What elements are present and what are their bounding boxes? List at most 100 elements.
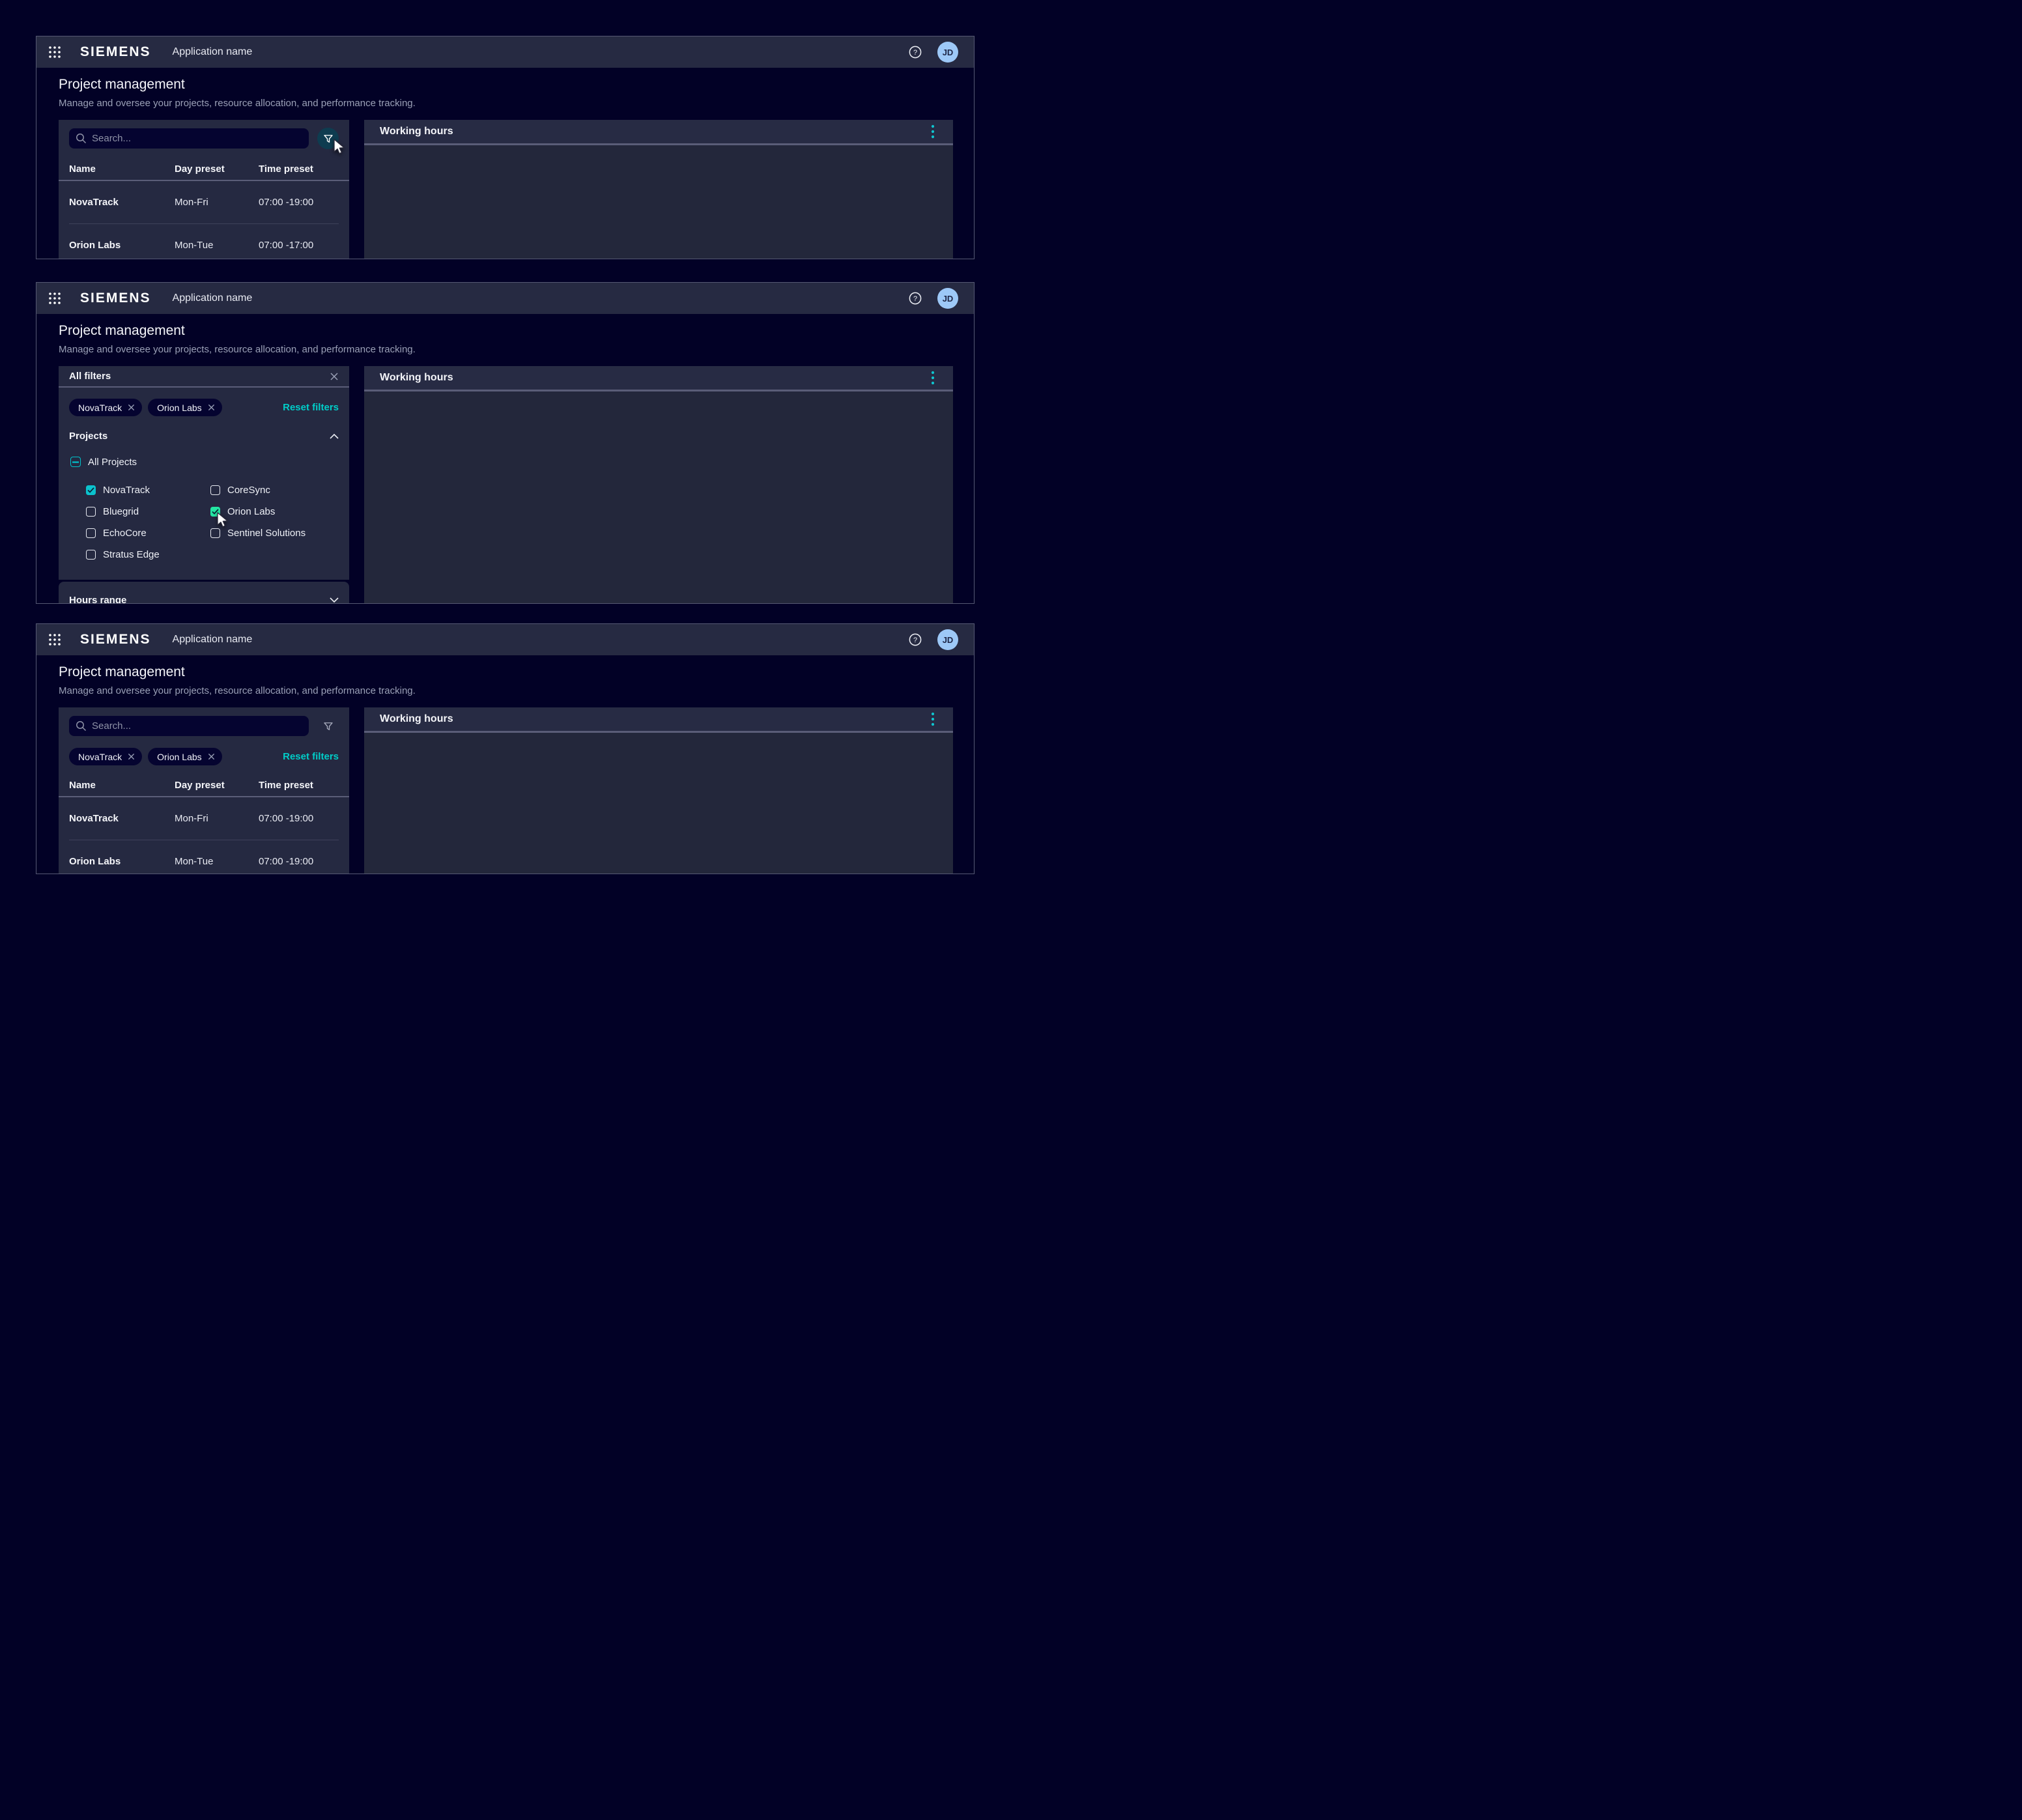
chevron-up-icon[interactable] <box>330 433 339 439</box>
filter-chip-novatrack[interactable]: NovaTrack <box>69 399 142 416</box>
app-launcher-icon[interactable] <box>48 292 61 305</box>
kebab-menu-icon[interactable] <box>928 712 937 726</box>
table-row[interactable]: Orion Labs Mon-Tue 07:00 -19:00 <box>69 840 339 874</box>
cell-time: 07:00 -19:00 <box>259 856 339 867</box>
svg-text:?: ? <box>913 295 917 303</box>
project-checkbox-echocore[interactable]: EchoCore <box>86 525 210 542</box>
project-checkbox-stratus-edge[interactable]: Stratus Edge <box>86 547 210 563</box>
chevron-down-icon[interactable] <box>330 597 339 603</box>
working-hours-body <box>364 145 953 259</box>
help-icon[interactable]: ? <box>909 633 922 646</box>
working-hours-title: Working hours <box>380 126 453 137</box>
chip-remove-icon[interactable] <box>128 404 135 411</box>
cell-name: Orion Labs <box>69 240 175 251</box>
checkbox-label: CoreSync <box>227 485 270 496</box>
chip-label: Orion Labs <box>157 403 201 413</box>
cell-name: NovaTrack <box>69 197 175 208</box>
search-icon <box>76 720 87 732</box>
hours-range-title: Hours range <box>69 595 126 604</box>
project-checkbox-novatrack[interactable]: NovaTrack <box>86 482 210 499</box>
working-hours-card: Working hours <box>364 120 953 259</box>
app-window-3: SIEMENS Application name ? JD Project ma… <box>36 623 975 874</box>
app-launcher-icon[interactable] <box>48 633 61 646</box>
table-row[interactable]: Orion Labs Mon-Tue 07:00 -17:00 <box>69 223 339 259</box>
cell-name: Orion Labs <box>69 856 175 867</box>
kebab-menu-icon[interactable] <box>928 124 937 139</box>
all-filters-panel: All filters NovaTrack Orion Labs <box>59 366 349 580</box>
hours-range-section-header[interactable]: Hours range <box>59 582 349 604</box>
kebab-menu-icon[interactable] <box>928 371 937 385</box>
checkbox-label: Sentinel Solutions <box>227 528 306 539</box>
projects-section-header[interactable]: Projects <box>69 427 339 445</box>
chip-remove-icon[interactable] <box>128 753 135 760</box>
cell-day: Mon-Fri <box>175 197 259 208</box>
project-options-grid: NovaTrack CoreSync Bluegrid <box>69 479 339 565</box>
project-checkbox-coresync[interactable]: CoreSync <box>210 482 339 499</box>
checkbox-label: Orion Labs <box>227 506 275 517</box>
app-window-1: SIEMENS Application name ? JD Project ma… <box>36 36 975 259</box>
avatar[interactable]: JD <box>937 629 958 650</box>
chip-label: NovaTrack <box>78 403 122 413</box>
page-title: Project management <box>59 78 953 91</box>
checkbox-unchecked-icon[interactable] <box>210 485 220 495</box>
search-field[interactable] <box>92 133 302 144</box>
cell-day: Mon-Tue <box>175 240 259 251</box>
working-hours-title: Working hours <box>380 713 453 725</box>
close-icon[interactable] <box>330 372 339 381</box>
chip-remove-icon[interactable] <box>208 753 215 760</box>
avatar[interactable]: JD <box>937 42 958 63</box>
cell-day: Mon-Fri <box>175 813 259 824</box>
siemens-logo: SIEMENS <box>80 44 151 60</box>
app-header: SIEMENS Application name ? JD <box>36 624 974 655</box>
cell-time: 07:00 -19:00 <box>259 197 339 208</box>
all-projects-checkbox[interactable]: All Projects <box>69 453 339 470</box>
filter-chip-orion-labs[interactable]: Orion Labs <box>148 399 221 416</box>
reset-filters-link[interactable]: Reset filters <box>283 751 339 762</box>
working-hours-title: Working hours <box>380 372 453 384</box>
application-name: Application name <box>173 292 253 304</box>
help-icon[interactable]: ? <box>909 292 922 305</box>
chip-remove-icon[interactable] <box>208 404 215 411</box>
siemens-logo: SIEMENS <box>80 291 151 306</box>
avatar[interactable]: JD <box>937 288 958 309</box>
siemens-logo: SIEMENS <box>80 632 151 647</box>
app-launcher-icon[interactable] <box>48 46 61 59</box>
search-input[interactable] <box>69 716 309 736</box>
column-header-name: Name <box>69 164 175 175</box>
checkbox-unchecked-icon[interactable] <box>210 528 220 538</box>
table-row[interactable]: NovaTrack Mon-Fri 07:00 -19:00 <box>69 797 339 840</box>
page-subtitle: Manage and oversee your projects, resour… <box>59 344 953 356</box>
working-hours-body <box>364 733 953 874</box>
filter-chip-orion-labs[interactable]: Orion Labs <box>148 748 221 765</box>
cell-time: 07:00 -17:00 <box>259 240 339 251</box>
checkbox-label: Stratus Edge <box>103 549 160 560</box>
help-icon[interactable]: ? <box>909 46 922 59</box>
checkbox-unchecked-icon[interactable] <box>86 550 96 560</box>
application-name: Application name <box>173 46 253 58</box>
search-icon <box>76 133 87 144</box>
svg-text:?: ? <box>913 636 917 644</box>
filter-button[interactable] <box>317 715 339 737</box>
checkbox-checked-icon[interactable] <box>86 485 96 495</box>
projects-table: Name Day preset Time preset NovaTrack Mo… <box>69 774 339 874</box>
projects-table: Name Day preset Time preset NovaTrack Mo… <box>69 158 339 259</box>
checkbox-unchecked-icon[interactable] <box>86 507 96 517</box>
reset-filters-link[interactable]: Reset filters <box>283 402 339 413</box>
search-input[interactable] <box>69 128 309 149</box>
checkbox-indeterminate-icon[interactable] <box>70 457 81 467</box>
checkbox-unchecked-icon[interactable] <box>86 528 96 538</box>
application-name: Application name <box>173 634 253 646</box>
search-field[interactable] <box>92 720 302 732</box>
table-row[interactable]: NovaTrack Mon-Fri 07:00 -19:00 <box>69 181 339 223</box>
page-subtitle: Manage and oversee your projects, resour… <box>59 98 953 109</box>
filter-chip-novatrack[interactable]: NovaTrack <box>69 748 142 765</box>
working-hours-body <box>364 391 953 604</box>
checkbox-label: NovaTrack <box>103 485 150 496</box>
checkbox-label: All Projects <box>88 457 137 468</box>
checkbox-label: EchoCore <box>103 528 147 539</box>
column-header-time-preset: Time preset <box>259 780 339 791</box>
chip-label: NovaTrack <box>78 752 122 762</box>
column-header-day-preset: Day preset <box>175 780 259 791</box>
mouse-cursor <box>332 139 347 156</box>
project-checkbox-bluegrid[interactable]: Bluegrid <box>86 504 210 520</box>
